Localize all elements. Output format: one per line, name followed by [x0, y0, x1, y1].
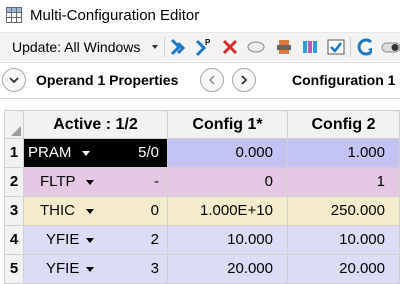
operand-properties-bar: Operand 1 Properties Configuration 1 [0, 62, 400, 99]
grid-header-row: Active : 1/2 Config 1* Config 2 [4, 110, 400, 139]
table-row: 3 THIC 0 1.000E+10 250.000 [4, 197, 400, 226]
column-header-active[interactable]: Active : 1/2 [24, 110, 168, 139]
corner-triangle-icon [11, 126, 21, 136]
config-2-value[interactable]: 1 [288, 168, 400, 197]
config-1-value[interactable]: 20.000 [168, 255, 288, 284]
row-number[interactable]: 4 [4, 226, 24, 255]
operand-cell[interactable]: FLTP - [24, 168, 168, 197]
app-grid-icon [6, 7, 22, 23]
chevron-down-icon[interactable] [152, 45, 158, 49]
operand-type: YFIE [46, 231, 80, 248]
config-1-value[interactable]: 0.000 [168, 139, 288, 168]
operand-params: - [154, 173, 159, 190]
config-2-value[interactable]: 250.000 [288, 197, 400, 226]
check-icon[interactable] [326, 37, 346, 57]
config-2-value[interactable]: 20.000 [288, 255, 400, 284]
operand-type: PRAM [28, 144, 72, 161]
window-title: Multi-Configuration Editor [30, 7, 200, 24]
table-row: 1 PRAM 5/0 0.000 1.000 [4, 139, 400, 168]
expand-properties-button[interactable] [2, 68, 26, 92]
svg-text:P: P [205, 38, 211, 47]
column-header-config-2[interactable]: Config 2 [288, 110, 400, 139]
chevron-left-icon [208, 75, 215, 85]
chevron-down-icon [9, 77, 19, 84]
operand-dropdown-icon[interactable] [86, 209, 94, 214]
config-2-value[interactable]: 1.000 [288, 139, 400, 168]
insert-operand-icon[interactable] [168, 37, 188, 57]
config-1-value[interactable]: 1.000E+10 [168, 197, 288, 226]
operand-dropdown-icon[interactable] [82, 151, 90, 156]
next-operand-button[interactable] [232, 68, 256, 92]
operand-cell-selected[interactable]: PRAM 5/0 [24, 139, 168, 168]
chevron-right-icon [241, 75, 248, 85]
config-1-value[interactable]: 10.000 [168, 226, 288, 255]
insert-after-icon[interactable]: P [194, 37, 214, 57]
column-header-config-1[interactable]: Config 1* [168, 110, 288, 139]
config-compare-icon[interactable] [300, 37, 320, 57]
row-number[interactable]: 1 [4, 139, 24, 168]
operand-params: 0 [150, 202, 159, 219]
table-row: 4 YFIE 2 10.000 10.000 [4, 226, 400, 255]
toolbar: Update: All Windows P [0, 33, 400, 61]
table-row: 2 FLTP - 0 1 [4, 168, 400, 197]
previous-operand-button[interactable] [200, 68, 224, 92]
table-row: 5 YFIE 3 20.000 20.000 [4, 255, 400, 284]
config-2-value[interactable]: 10.000 [288, 226, 400, 255]
title-bar: Multi-Configuration Editor [0, 0, 400, 33]
operand-dropdown-icon[interactable] [86, 238, 94, 243]
toolbar-separator [164, 37, 165, 57]
operand-params: 2 [150, 231, 159, 248]
row-number[interactable]: 2 [4, 168, 24, 197]
operand-type: YFIE [46, 260, 80, 277]
surface-icon[interactable] [274, 37, 294, 57]
lens-icon[interactable] [246, 37, 266, 57]
operand-cell[interactable]: YFIE 2 [24, 226, 168, 255]
operand-dropdown-icon[interactable] [86, 267, 94, 272]
reload-icon[interactable] [356, 37, 376, 57]
update-dropdown[interactable]: Update: All Windows [12, 39, 140, 55]
operand-cell[interactable]: YFIE 3 [24, 255, 168, 284]
row-number[interactable]: 3 [4, 197, 24, 226]
operand-dropdown-icon[interactable] [86, 180, 94, 185]
operand-params: 3 [150, 260, 159, 277]
configuration-label: Configuration 1 [292, 72, 396, 88]
operand-cell[interactable]: THIC 0 [24, 197, 168, 226]
operand-params: 5/0 [138, 144, 159, 161]
operand-type: THIC [40, 202, 75, 219]
toggle-icon[interactable] [380, 37, 400, 57]
delete-operand-icon[interactable] [220, 37, 240, 57]
operand-properties-label: Operand 1 Properties [36, 72, 179, 88]
row-number[interactable]: 5 [4, 255, 24, 284]
operand-type: FLTP [40, 173, 76, 190]
multi-config-grid: Active : 1/2 Config 1* Config 2 1 PRAM 5… [4, 110, 400, 284]
config-1-value[interactable]: 0 [168, 168, 288, 197]
toolbar-separator [350, 37, 351, 57]
select-all-corner[interactable] [4, 110, 24, 139]
